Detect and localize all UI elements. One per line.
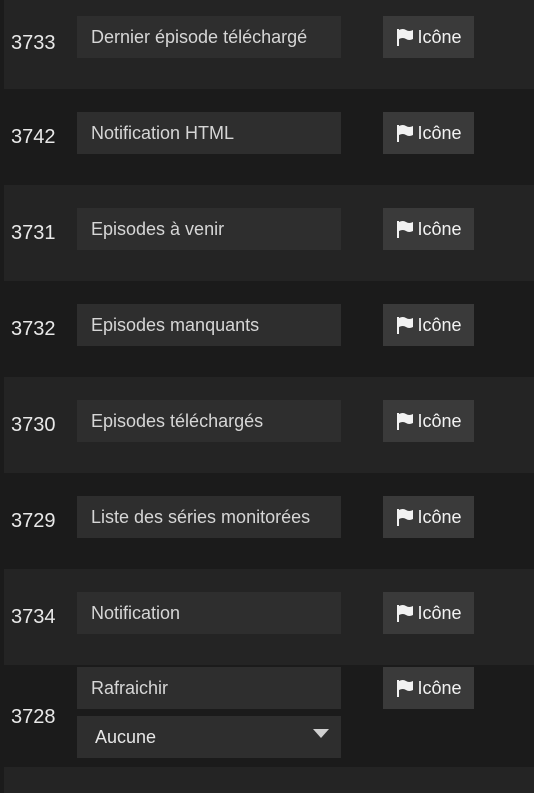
- icon-button[interactable]: Icône: [383, 496, 474, 538]
- icon-button[interactable]: Icône: [383, 16, 474, 58]
- flag-icon: [395, 220, 414, 239]
- icon-button-label: Icône: [417, 314, 462, 335]
- action-select-value: Aucune: [95, 726, 157, 747]
- table-row: 3734 Icône: [4, 569, 534, 665]
- row-id: 3730: [11, 414, 56, 436]
- row-id: 3729: [11, 510, 56, 532]
- flag-icon: [395, 124, 414, 143]
- table-row: 3742 Icône: [0, 89, 534, 185]
- name-input[interactable]: [77, 400, 341, 442]
- name-input[interactable]: [77, 496, 341, 538]
- name-input[interactable]: [77, 667, 341, 709]
- action-select[interactable]: Aucune: [77, 716, 341, 758]
- name-input[interactable]: [77, 208, 341, 250]
- flag-icon: [395, 508, 414, 527]
- name-input[interactable]: [77, 112, 341, 154]
- icon-button[interactable]: Icône: [383, 304, 474, 346]
- chevron-down-icon: [313, 729, 329, 738]
- icon-button-label: Icône: [417, 122, 462, 143]
- icon-button[interactable]: Icône: [383, 208, 474, 250]
- table-row: 3728 Aucune Icône: [0, 665, 534, 765]
- row-id: 3732: [11, 318, 56, 340]
- icon-button-label: Icône: [417, 677, 462, 698]
- row-id: 3728: [11, 706, 56, 728]
- icon-button[interactable]: Icône: [383, 592, 474, 634]
- row-id: 3734: [11, 606, 56, 628]
- flag-icon: [395, 604, 414, 623]
- icon-button-label: Icône: [417, 26, 462, 47]
- name-input[interactable]: [77, 304, 341, 346]
- table-row: 3731 Icône: [4, 185, 534, 281]
- table-row: 3729 Icône: [0, 473, 534, 569]
- row-id: 3742: [11, 126, 56, 148]
- icon-button[interactable]: Icône: [383, 400, 474, 442]
- icon-button-label: Icône: [417, 410, 462, 431]
- icon-button[interactable]: Icône: [383, 112, 474, 154]
- icon-button[interactable]: Icône: [383, 667, 474, 709]
- row-id: 3731: [11, 222, 56, 244]
- name-input[interactable]: [77, 16, 341, 58]
- table-row: 3732 Icône: [0, 281, 534, 377]
- icon-button-label: Icône: [417, 218, 462, 239]
- name-input[interactable]: [77, 592, 341, 634]
- flag-icon: [395, 28, 414, 47]
- flag-icon: [395, 316, 414, 335]
- table-row: [4, 767, 534, 793]
- row-id: 3733: [11, 32, 56, 54]
- icon-button-label: Icône: [417, 506, 462, 527]
- flag-icon: [395, 679, 414, 698]
- table-row: 3730 Icône: [4, 377, 534, 473]
- icon-button-label: Icône: [417, 602, 462, 623]
- table-row: 3733 Icône: [4, 0, 534, 89]
- flag-icon: [395, 412, 414, 431]
